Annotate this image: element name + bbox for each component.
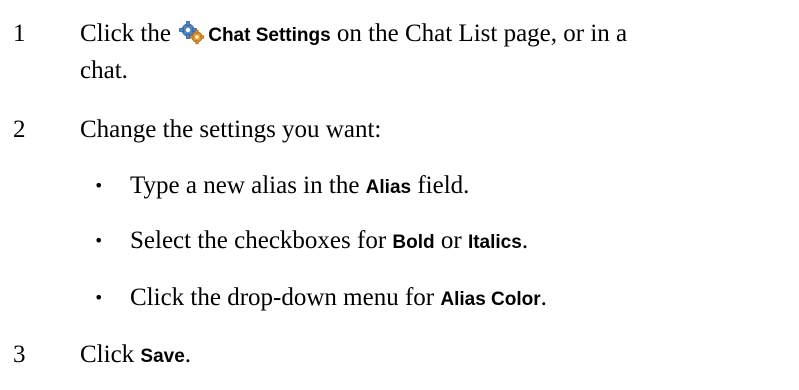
alias-label: Alias [365,177,412,198]
bullet-text-segment: Type a new alias in the [130,172,366,199]
step-text: Change the settings you want: [80,116,382,143]
save-label: Save [140,346,185,367]
step-text-continuation: chat. [80,57,128,84]
bullet-text-segment: field. [411,172,470,199]
step-number: 3 [13,341,26,368]
bullet-item: Select the checkboxes for Bold or Italic… [130,226,528,258]
gear-icon [179,21,205,45]
step-number: 2 [13,116,26,143]
bullet-text-segment: Select the checkboxes for [130,227,393,254]
bullet-item: Type a new alias in the Alias field. [130,171,469,203]
bullet-dot: • [94,231,104,250]
bold-label: Bold [392,232,435,253]
step-text: Click the Chat Settings on the Chat List… [80,19,627,51]
step-number: 1 [13,20,26,47]
bullet-dot: • [94,288,104,307]
bullet-item: Click the drop-down menu for Alias Color… [130,283,547,315]
step-text-segment: Click the [80,20,178,47]
step-text-segment: . [184,341,192,368]
step-text-segment: Click [80,341,141,368]
bullet-text-segment: . [521,227,529,254]
bullet-text-segment: . [540,284,547,311]
step-text-segment: on the Chat List page, or in a [330,20,628,47]
chat-settings-label: Chat Settings [208,25,331,46]
bullet-text-segment: Click the drop-down menu for [130,284,441,311]
italics-label: Italics [467,232,522,253]
step-text: Click Save. [80,340,191,372]
alias-color-label: Alias Color [440,289,541,310]
bullet-dot: • [94,176,104,195]
bullet-text-segment: or [434,227,468,254]
